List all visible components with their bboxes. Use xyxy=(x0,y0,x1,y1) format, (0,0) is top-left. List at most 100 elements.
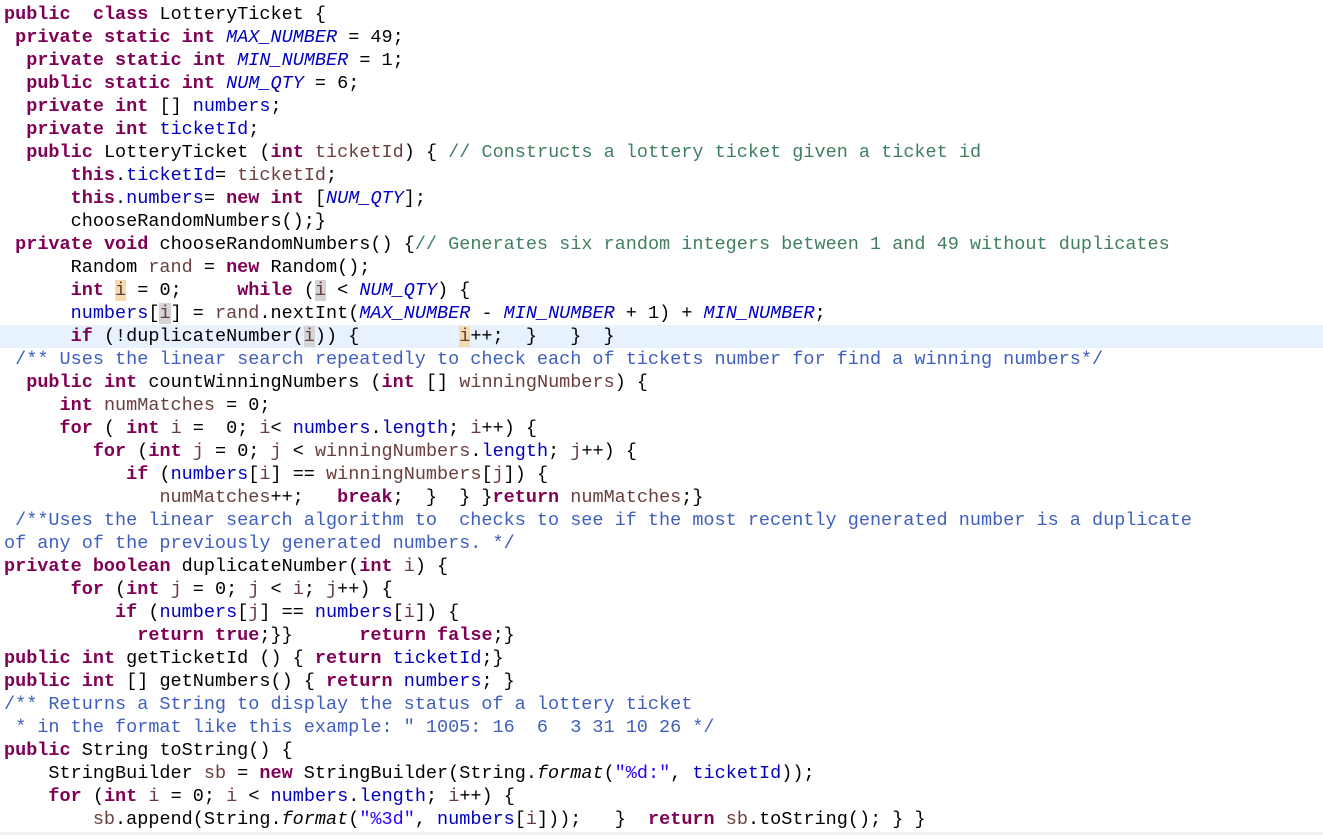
keyword-token: int xyxy=(359,556,393,577)
code-text: ++) { xyxy=(337,579,393,600)
static-field-token: MIN_NUMBER xyxy=(237,50,349,71)
code-line[interactable]: private boolean duplicateNumber(int i) { xyxy=(0,555,1323,578)
code-text: < xyxy=(281,441,315,462)
keyword-token: int xyxy=(126,579,160,600)
code-line[interactable]: int i = 0; while (i < NUM_QTY) { xyxy=(0,279,1323,302)
code-line[interactable]: for ( int i = 0; i< numbers.length; i++)… xyxy=(0,417,1323,440)
code-text: + 1) + xyxy=(614,303,704,324)
code-line[interactable]: private static int MIN_NUMBER = 1; xyxy=(0,49,1323,72)
read-occurrence-highlight: i xyxy=(303,326,315,347)
local-variable-token: j xyxy=(570,441,582,462)
code-text: ( xyxy=(92,418,127,439)
keyword-token: for xyxy=(92,441,127,462)
keyword-token: return xyxy=(359,625,426,646)
code-text: = xyxy=(214,165,238,186)
code-text: )); xyxy=(781,763,815,784)
code-text: [ xyxy=(481,464,493,485)
code-line[interactable]: sb.append(String.format("%3d", numbers[i… xyxy=(0,808,1323,831)
code-line[interactable]: for (int j = 0; j < i; j++) { xyxy=(0,578,1323,601)
keyword-token: private xyxy=(15,234,93,255)
field-token: length xyxy=(481,441,549,462)
code-line[interactable]: of any of the previously generated numbe… xyxy=(0,532,1323,555)
javadoc-comment-token: * in the format like this example: " 100… xyxy=(4,717,715,738)
code-line[interactable]: for (int j = 0; j < winningNumbers.lengt… xyxy=(0,440,1323,463)
keyword-token: static xyxy=(115,50,182,71)
code-text: duplicateNumber( xyxy=(170,556,360,577)
code-line[interactable]: private int [] numbers; xyxy=(0,95,1323,118)
code-text: ])); } xyxy=(536,809,649,830)
code-line[interactable]: private void chooseRandomNumbers() {// G… xyxy=(0,233,1323,256)
code-line[interactable]: StringBuilder sb = new StringBuilder(Str… xyxy=(0,762,1323,785)
keyword-token: return xyxy=(325,671,393,692)
code-line[interactable]: public class LotteryTicket { xyxy=(0,3,1323,26)
local-variable-token: numMatches xyxy=(570,487,682,508)
keyword-token: public xyxy=(4,4,71,25)
keyword-token: public xyxy=(4,671,71,692)
code-text: , xyxy=(414,809,438,830)
field-token: numbers xyxy=(159,602,238,623)
code-line[interactable]: return true;}} return false;} xyxy=(0,624,1323,647)
code-line[interactable]: /**Uses the linear search algorithm to c… xyxy=(0,509,1323,532)
keyword-token: for xyxy=(59,418,93,439)
code-line[interactable]: this.numbers= new int [NUM_QTY]; xyxy=(0,187,1323,210)
code-line[interactable]: /** Returns a String to display the stat… xyxy=(0,693,1323,716)
local-variable-token: j xyxy=(270,441,282,462)
keyword-token: while xyxy=(237,280,293,301)
code-text: ; xyxy=(814,303,826,324)
code-line[interactable]: public int getTicketId () { return ticke… xyxy=(0,647,1323,670)
code-line[interactable]: Random rand = new Random(); xyxy=(0,256,1323,279)
code-line[interactable]: numMatches++; break; } } }return numMatc… xyxy=(0,486,1323,509)
code-line[interactable]: if (numbers[i] == winningNumbers[j]) { xyxy=(0,463,1323,486)
code-line[interactable]: if (numbers[j] == numbers[i]) { xyxy=(0,601,1323,624)
code-line[interactable]: * in the format like this example: " 100… xyxy=(0,716,1323,739)
code-text: StringBuilder(String. xyxy=(292,763,537,784)
code-line-current[interactable]: if (!duplicateNumber(i)) { i++; } } } xyxy=(0,325,1323,348)
static-field-token: MAX_NUMBER xyxy=(359,303,471,324)
local-variable-token: i xyxy=(226,786,238,807)
keyword-token: int xyxy=(192,50,227,71)
code-line[interactable]: public LotteryTicket (int ticketId) { //… xyxy=(0,141,1323,164)
code-line[interactable]: /** Uses the linear search repeatedly to… xyxy=(0,348,1323,371)
code-line[interactable]: private static int MAX_NUMBER = 49; xyxy=(0,26,1323,49)
code-line[interactable]: this.ticketId= ticketId; xyxy=(0,164,1323,187)
keyword-token: true xyxy=(214,625,260,646)
code-text: .toString(); } } xyxy=(747,809,926,830)
code-text: < xyxy=(326,280,360,301)
code-line[interactable]: public String toString() { xyxy=(0,739,1323,762)
code-line[interactable]: public static int NUM_QTY = 6; xyxy=(0,72,1323,95)
code-line[interactable]: int numMatches = 0; xyxy=(0,394,1323,417)
code-line[interactable]: for (int i = 0; i < numbers.length; i++)… xyxy=(0,785,1323,808)
code-text: ( xyxy=(137,602,160,623)
field-token: numbers xyxy=(314,602,393,623)
local-variable-token: i xyxy=(259,418,271,439)
line-comment-token: // Constructs a lottery ticket given a t… xyxy=(448,142,982,163)
code-text: . xyxy=(115,188,127,209)
code-line[interactable]: public int [] getNumbers() { return numb… xyxy=(0,670,1323,693)
code-text: < xyxy=(237,786,271,807)
keyword-token: return xyxy=(137,625,204,646)
keyword-token: class xyxy=(92,4,149,25)
code-line[interactable]: numbers[i] = rand.nextInt(MAX_NUMBER - M… xyxy=(0,302,1323,325)
code-line[interactable]: public int countWinningNumbers (int [] w… xyxy=(0,371,1323,394)
code-line[interactable]: private int ticketId; xyxy=(0,118,1323,141)
code-text: [ xyxy=(237,602,249,623)
code-line[interactable]: chooseRandomNumbers();} xyxy=(0,210,1323,233)
keyword-token: int xyxy=(126,418,160,439)
code-editor[interactable]: public class LotteryTicket { private sta… xyxy=(0,3,1323,832)
